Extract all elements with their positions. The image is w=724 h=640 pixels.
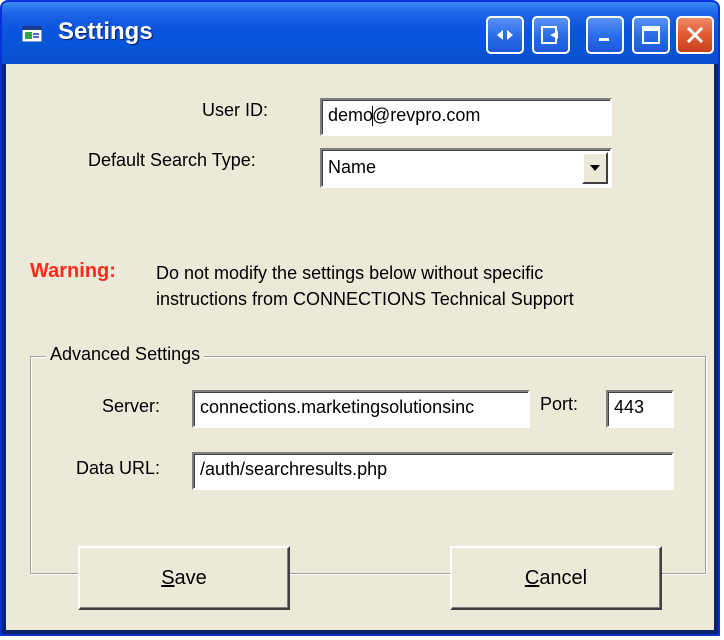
swap-icon: [497, 30, 513, 40]
server-input[interactable]: connections.marketingsolutionsinc: [192, 390, 530, 428]
warning-line-1: Do not modify the settings below without…: [156, 263, 544, 283]
search-type-value: Name: [328, 157, 377, 177]
cancel-button[interactable]: Cancel: [450, 546, 662, 610]
port-label: Port:: [540, 394, 579, 414]
save-button[interactable]: Save: [78, 546, 290, 610]
minimize-button[interactable]: [586, 16, 624, 54]
port-value: 443: [614, 397, 645, 417]
data-url-label: Data URL:: [76, 458, 161, 478]
settings-window: Settings User ID: demo@revpro.com Defaul…: [0, 0, 720, 636]
minimize-icon: [599, 38, 609, 41]
exit-button[interactable]: [532, 16, 570, 54]
save-mnemonic: S: [161, 566, 175, 589]
user-id-input[interactable]: demo@revpro.com: [320, 98, 612, 136]
maximize-button[interactable]: [632, 16, 670, 54]
warning-message: Do not modify the settings below without…: [156, 260, 574, 312]
dialog-body: User ID: demo@revpro.com Default Search …: [6, 64, 714, 630]
swap-button[interactable]: [486, 16, 524, 54]
data-url-input[interactable]: /auth/searchresults.php: [192, 452, 674, 490]
search-type-label: Default Search Type:: [88, 150, 256, 170]
advanced-settings-legend: Advanced Settings: [46, 344, 205, 365]
cancel-label: ancel: [539, 566, 588, 589]
exit-icon: [541, 26, 558, 44]
warning-line-2: instructions from CONNECTIONS Technical …: [156, 289, 574, 309]
port-input[interactable]: 443: [606, 390, 674, 428]
server-label: Server:: [102, 396, 161, 416]
server-value: connections.marketingsolutionsinc: [200, 397, 475, 417]
user-id-value-start: demo: [328, 105, 374, 125]
window-title: Settings: [58, 18, 153, 45]
app-window-icon: [22, 26, 42, 42]
data-url-value: /auth/searchresults.php: [200, 459, 388, 479]
title-bar[interactable]: Settings: [2, 2, 718, 64]
warning-label: Warning:: [30, 260, 116, 282]
user-id-label: User ID:: [202, 100, 269, 120]
maximize-icon: [642, 26, 660, 44]
close-button[interactable]: [676, 16, 714, 54]
user-id-value-end: @revpro.com: [372, 105, 481, 125]
chevron-down-icon: [590, 165, 600, 171]
close-icon: [686, 26, 704, 44]
dropdown-button[interactable]: [582, 152, 608, 184]
search-type-select[interactable]: Name: [320, 148, 612, 188]
cancel-mnemonic: C: [524, 566, 540, 589]
save-label: ave: [174, 566, 207, 589]
